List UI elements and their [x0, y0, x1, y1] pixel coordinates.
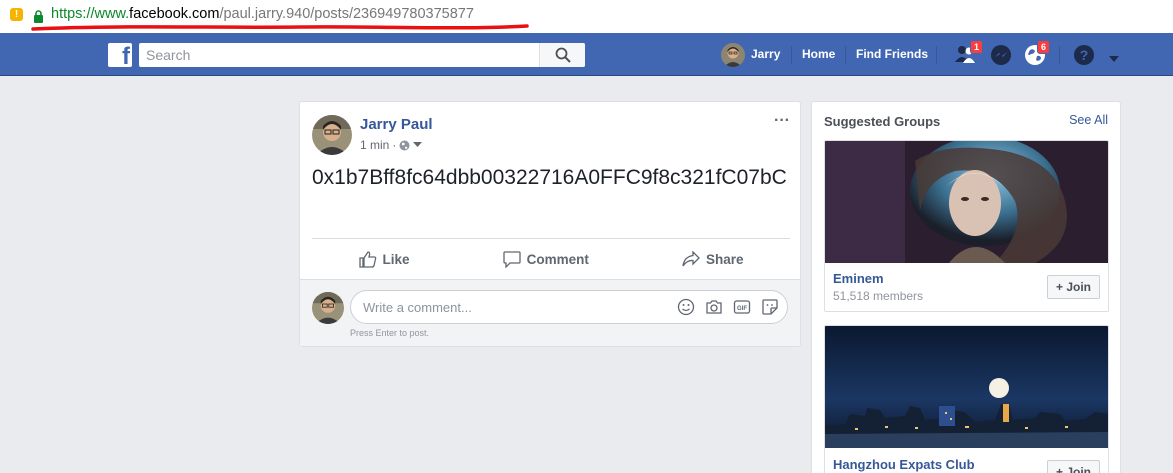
sticker-icon[interactable] [761, 298, 779, 316]
svg-text:GIF: GIF [737, 306, 747, 312]
notifications-badge: 6 [1037, 40, 1051, 54]
comment-composer: GIF Press Enter to post. [300, 279, 800, 346]
join-group-button[interactable]: + Join [1046, 460, 1100, 473]
nav-profile-link[interactable]: Jarry [751, 47, 780, 61]
nav-find-friends-link[interactable]: Find Friends [856, 47, 928, 61]
nav-home-link[interactable]: Home [802, 47, 835, 61]
post-card: Jarry Paul 1 min · ··· 0x1b7Bff8fc64dbb0… [299, 101, 801, 347]
post-content: 0x1b7Bff8fc64dbb00322716A0FFC9f8c321fC07… [312, 166, 787, 189]
post-actions: Like Comment Share [312, 242, 790, 276]
post-meta: 1 min · [360, 138, 423, 152]
emoji-icon[interactable] [677, 298, 695, 316]
group-name[interactable]: Eminem [833, 271, 884, 286]
search-box [139, 43, 585, 67]
notifications-button[interactable]: 6 [1024, 40, 1051, 71]
svg-text:?: ? [1080, 47, 1089, 63]
help-icon: ? [1074, 45, 1094, 65]
suggested-groups-title: Suggested Groups [824, 114, 941, 129]
commenter-avatar [312, 292, 344, 324]
friend-requests-button[interactable]: 1 [954, 40, 984, 71]
caret-down-icon [1109, 56, 1119, 62]
plus-icon: + [1055, 280, 1063, 294]
post-options-button[interactable]: ··· [774, 112, 790, 130]
comment-button[interactable]: Comment [502, 250, 589, 268]
share-button[interactable]: Share [682, 251, 744, 267]
search-input[interactable] [139, 43, 539, 67]
join-label: Join [1066, 465, 1091, 473]
like-label: Like [382, 251, 410, 267]
comment-label: Comment [526, 251, 589, 267]
group-card: Hangzhou Expats Club + Join [824, 325, 1109, 473]
facebook-logo-icon[interactable]: f [108, 43, 132, 67]
user-avatar[interactable] [721, 43, 745, 67]
search-icon [555, 47, 571, 63]
suggested-groups-panel: Suggested Groups See All Eminem 51,518 m… [811, 101, 1121, 473]
comment-hint: Press Enter to post. [350, 328, 430, 338]
nav-divider [845, 46, 846, 64]
post-author-avatar[interactable] [312, 115, 352, 155]
search-button[interactable] [539, 43, 585, 67]
public-globe-icon[interactable] [399, 140, 410, 151]
nav-divider [791, 46, 792, 64]
friend-requests-badge: 1 [970, 40, 984, 54]
post-author-name[interactable]: Jarry Paul [360, 116, 433, 133]
account-menu-button[interactable] [1108, 50, 1120, 68]
post-timestamp[interactable]: 1 min [360, 138, 389, 152]
messages-button[interactable] [990, 44, 1012, 71]
group-members: 51,518 members [833, 289, 924, 303]
post-divider [312, 238, 790, 239]
help-button[interactable]: ? [1073, 44, 1095, 71]
camera-icon[interactable] [705, 298, 723, 316]
see-all-link[interactable]: See All [1069, 113, 1108, 127]
facebook-top-bar: f Jarry Home Find Friends 1 [0, 33, 1173, 76]
nav-divider [936, 46, 937, 64]
join-group-button[interactable]: + Join [1046, 275, 1100, 299]
thumbs-up-icon [358, 251, 376, 268]
messenger-icon [991, 45, 1011, 65]
comment-box: GIF [350, 290, 788, 324]
group-cover-image[interactable] [825, 326, 1108, 448]
group-cover-image[interactable] [825, 141, 1108, 263]
group-card: Eminem 51,518 members + Join [824, 140, 1109, 312]
comment-tools: GIF [677, 298, 779, 316]
group-name[interactable]: Hangzhou Expats Club [833, 457, 975, 472]
comment-input[interactable] [351, 291, 651, 323]
share-label: Share [705, 251, 744, 267]
meta-separator: · [392, 138, 397, 152]
like-button[interactable]: Like [358, 250, 410, 268]
plus-icon: + [1055, 465, 1063, 473]
share-arrow-icon [682, 251, 700, 267]
comment-bubble-icon [502, 250, 521, 268]
nav-divider [1059, 46, 1060, 64]
gif-icon[interactable]: GIF [733, 298, 751, 316]
audience-dropdown-icon[interactable] [413, 142, 423, 148]
browser-address-bar[interactable]: ! https://www.facebook.com/paul.jarry.94… [0, 0, 1173, 33]
red-underline-annotation [31, 24, 529, 31]
join-label: Join [1066, 280, 1091, 294]
